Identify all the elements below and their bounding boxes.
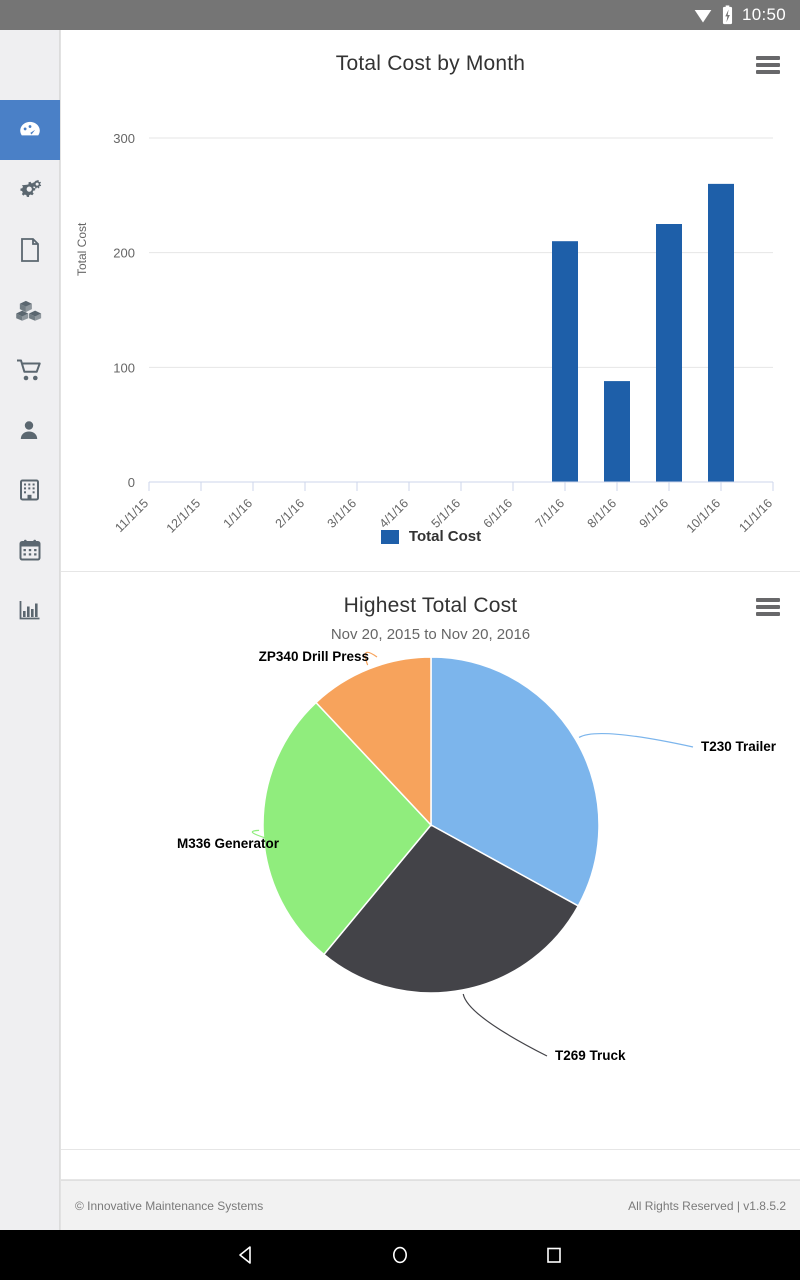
gauge-icon <box>17 117 43 143</box>
x-axis-tick-label: 2/1/16 <box>273 496 308 531</box>
x-axis-tick-label: 4/1/16 <box>377 496 412 531</box>
android-status-bar: 10:50 <box>0 0 800 30</box>
recents-icon <box>543 1244 565 1266</box>
legend-swatch-total-cost <box>381 530 399 544</box>
y-axis-tick-label: 300 <box>113 131 135 146</box>
pie-label-connector <box>463 994 547 1056</box>
bar-chart-title: Total Cost by Month <box>61 30 800 76</box>
cogs-icon <box>17 177 43 203</box>
pie-chart-title: Highest Total Cost <box>61 572 800 618</box>
home-icon <box>389 1244 411 1266</box>
battery-charging-icon <box>721 5 734 25</box>
nav-home-button[interactable] <box>383 1238 417 1272</box>
sidebar-item-schedule[interactable] <box>0 520 60 580</box>
bar-chart-svg: 010020030011/1/1512/1/151/1/162/1/163/1/… <box>61 76 800 546</box>
sidebar-item-dashboard[interactable] <box>0 100 60 160</box>
panel-highest-total-cost: Highest Total Cost Nov 20, 2015 to Nov 2… <box>61 572 800 1150</box>
y-axis-tick-label: 100 <box>113 360 135 375</box>
page-footer: © Innovative Maintenance Systems All Rig… <box>61 1180 800 1230</box>
pie-slice-label-zp340-drill-press: ZP340 Drill Press <box>259 649 369 664</box>
bar-7/1/16[interactable] <box>552 241 578 482</box>
boxes-icon <box>16 297 43 323</box>
footer-copyright: © Innovative Maintenance Systems <box>75 1199 263 1213</box>
y-axis-tick-label: 0 <box>128 475 135 490</box>
sidebar-item-documents[interactable] <box>0 220 60 280</box>
x-axis-tick-label: 9/1/16 <box>637 496 672 531</box>
sidebar-item-facilities[interactable] <box>0 460 60 520</box>
bar-10/1/16[interactable] <box>708 184 734 482</box>
footer-rights: All Rights Reserved | v1.8.5.2 <box>628 1199 786 1213</box>
pie-chart-subtitle: Nov 20, 2015 to Nov 20, 2016 <box>61 618 800 643</box>
bar-chart-legend[interactable]: Total Cost <box>61 528 800 545</box>
calendar-icon <box>18 538 42 562</box>
nav-back-button[interactable] <box>229 1238 263 1272</box>
sidebar-item-inventory[interactable] <box>0 280 60 340</box>
bar-8/1/16[interactable] <box>604 381 630 482</box>
content-area: Total Cost by Month Total Cost 0 100 200 30… <box>60 30 800 1230</box>
legend-label-total-cost: Total Cost <box>409 528 481 545</box>
user-icon <box>18 418 42 442</box>
bar-9/1/16[interactable] <box>656 224 682 482</box>
sidebar-item-users[interactable] <box>0 400 60 460</box>
bar-chart-y-axis-title: Total Cost <box>75 223 89 276</box>
app-root: 10:50 <box>0 0 800 1280</box>
pie-chart-menu-button[interactable] <box>756 598 780 616</box>
pie-slice-label-m336-generator: M336 Generator <box>177 836 280 851</box>
nav-recents-button[interactable] <box>537 1238 571 1272</box>
back-icon <box>235 1244 257 1266</box>
shopping-cart-icon <box>16 358 43 382</box>
sidebar-item-purchasing[interactable] <box>0 340 60 400</box>
y-axis-tick-label: 200 <box>113 246 135 261</box>
sidebar-item-settings[interactable] <box>0 160 60 220</box>
sidebar <box>0 30 60 1230</box>
panel-total-cost-by-month: Total Cost by Month Total Cost 0 100 200 30… <box>61 30 800 572</box>
sidebar-item-reports[interactable] <box>0 580 60 640</box>
pie-chart-svg: T230 Trailer T269 Truck M336 Generator ZP34… <box>61 643 800 1123</box>
content-spacer <box>61 1150 800 1180</box>
status-clock: 10:50 <box>742 5 786 25</box>
pie-slice-label-t269-truck: T269 Truck <box>555 1048 626 1063</box>
x-axis-tick-label: 5/1/16 <box>429 496 464 531</box>
app-viewport: Total Cost by Month Total Cost 0 100 200 30… <box>0 30 800 1230</box>
pie-slice-label-t230-trailer: T230 Trailer <box>701 739 777 754</box>
bar-chart-plot: Total Cost 010020030011/1/1512/1/151/1/1… <box>61 76 800 546</box>
x-axis-tick-label: 8/1/16 <box>585 496 620 531</box>
file-icon <box>18 237 42 263</box>
x-axis-tick-label: 6/1/16 <box>481 496 516 531</box>
x-axis-tick-label: 1/1/16 <box>221 496 256 531</box>
android-nav-bar <box>0 1230 800 1280</box>
pie-chart-plot: T230 Trailer T269 Truck M336 Generator ZP34… <box>61 643 800 1123</box>
pie-label-connector <box>579 734 693 747</box>
building-icon <box>18 478 41 502</box>
x-axis-tick-label: 3/1/16 <box>325 496 360 531</box>
wifi-icon <box>693 5 713 25</box>
x-axis-tick-label: 7/1/16 <box>533 496 568 531</box>
bar-chart-icon <box>18 598 42 622</box>
bar-chart-menu-button[interactable] <box>756 56 780 74</box>
